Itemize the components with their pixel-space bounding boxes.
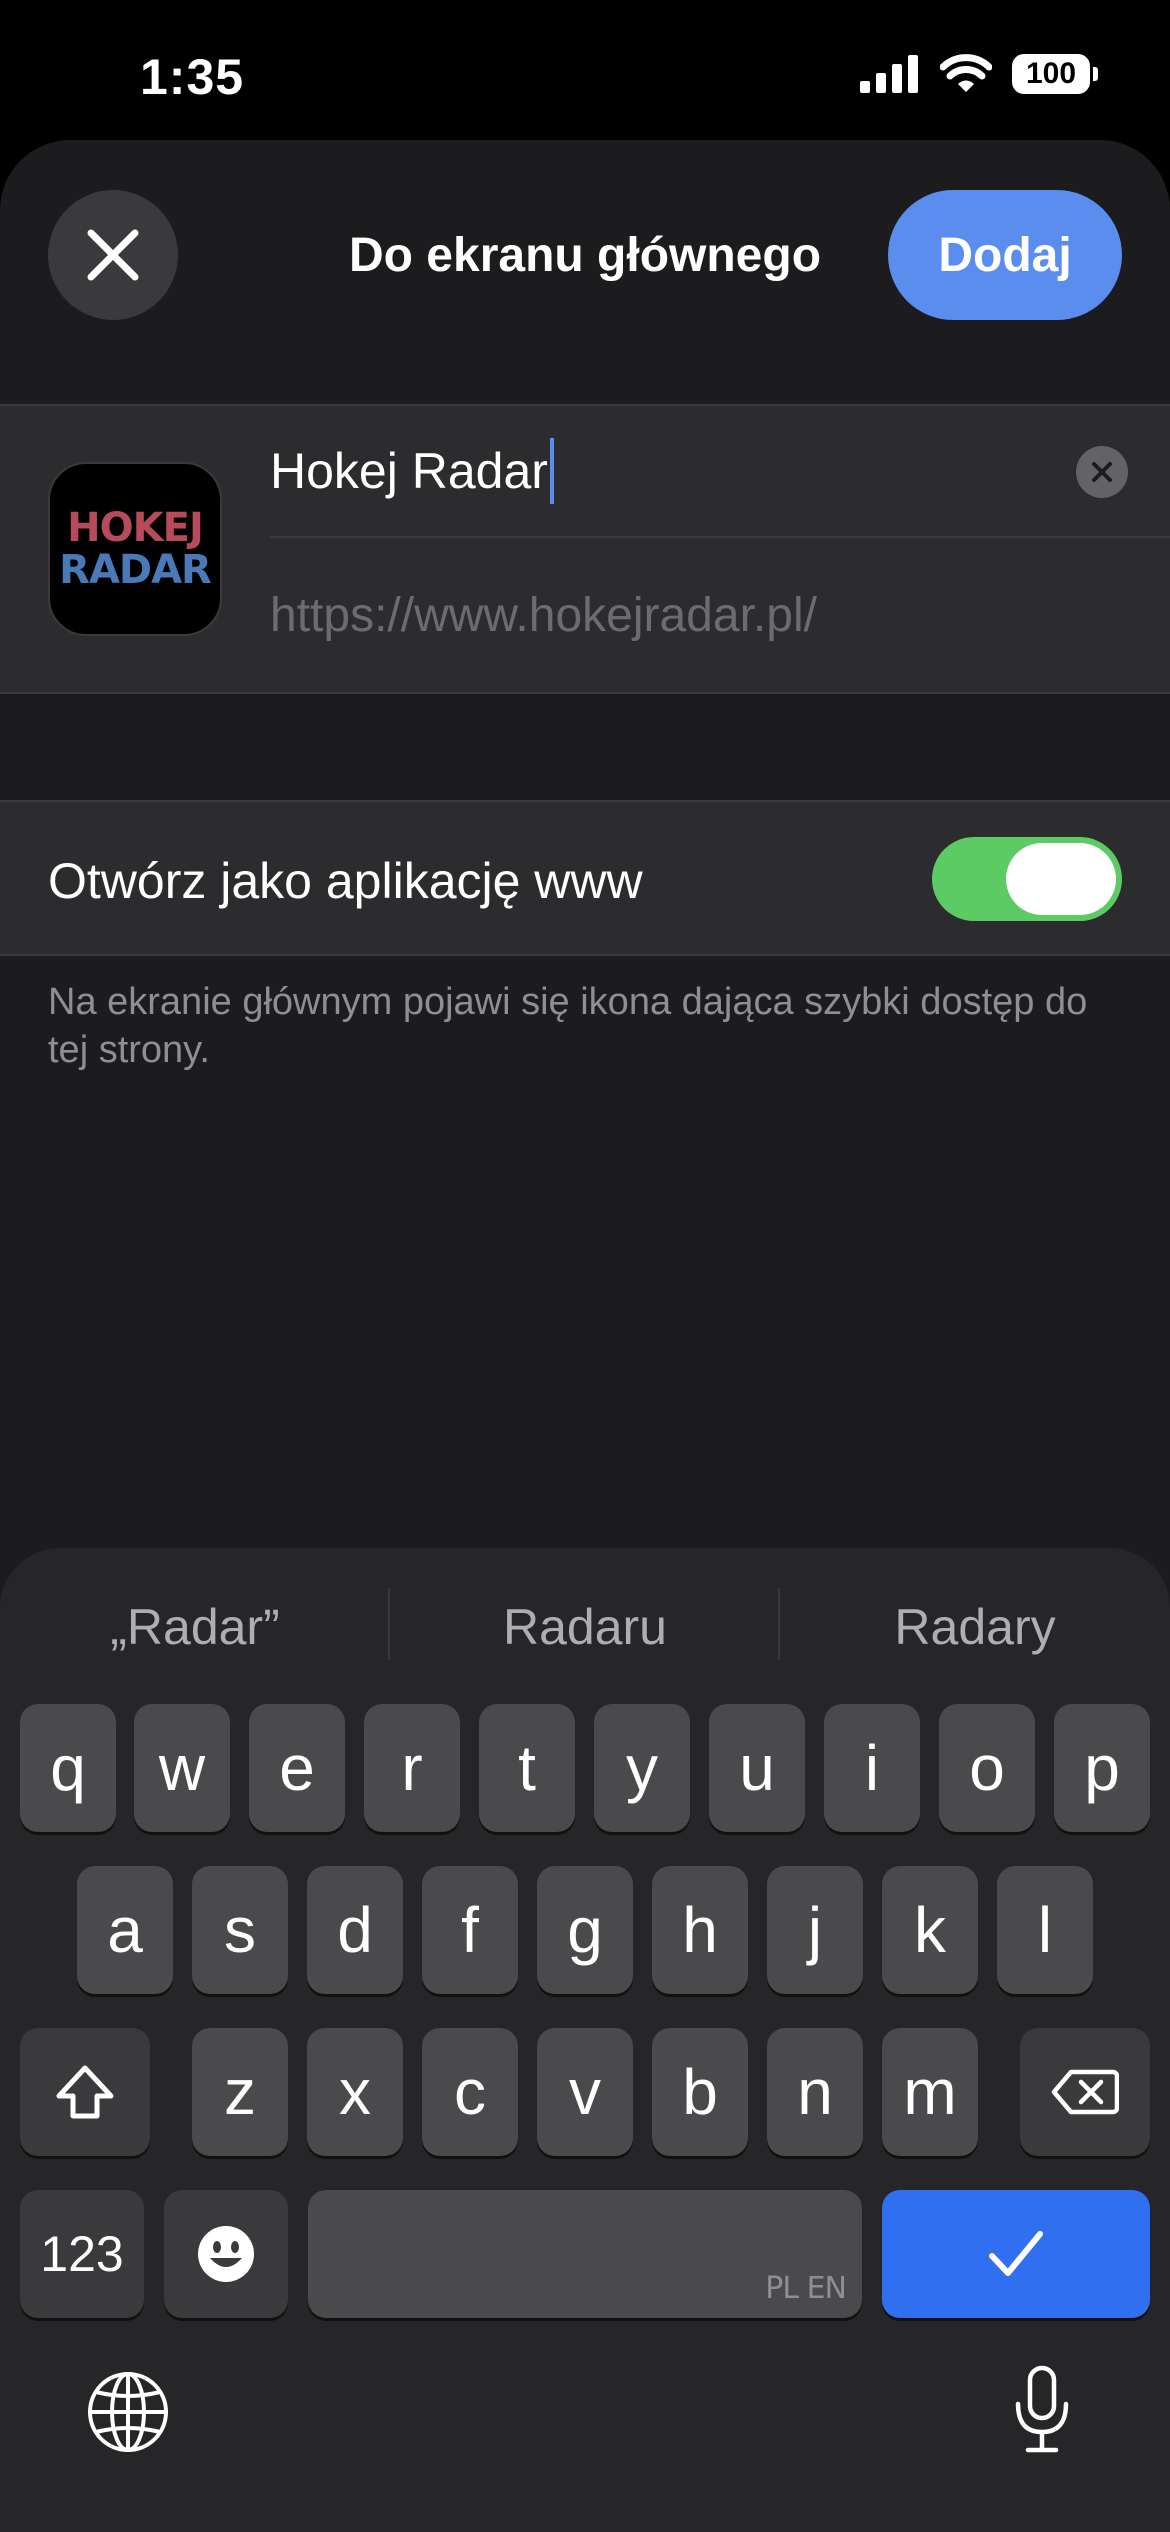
key-y[interactable]: y — [594, 1704, 690, 1832]
key-n[interactable]: n — [767, 2028, 863, 2156]
key-e[interactable]: e — [249, 1704, 345, 1832]
web-app-toggle-row: Otwórz jako aplikację www — [0, 800, 1170, 956]
key-i[interactable]: i — [824, 1704, 920, 1832]
status-icons: 100 — [860, 54, 1098, 94]
cellular-signal-icon — [860, 55, 918, 93]
done-key[interactable] — [882, 2190, 1150, 2318]
key-l[interactable]: l — [997, 1866, 1093, 1994]
app-icon-text-line1: HOKEJ — [67, 505, 204, 551]
key-u[interactable]: u — [709, 1704, 805, 1832]
battery-indicator: 100 — [1012, 54, 1098, 94]
open-as-web-app-toggle[interactable] — [932, 837, 1122, 921]
key-h[interactable]: h — [652, 1866, 748, 1994]
key-s[interactable]: s — [192, 1866, 288, 1994]
toggle-knob — [1006, 843, 1116, 915]
name-field[interactable]: Hokej Radar — [270, 406, 1170, 538]
key-t[interactable]: t — [479, 1704, 575, 1832]
key-w[interactable]: w — [134, 1704, 230, 1832]
backspace-icon — [1051, 2069, 1119, 2115]
suggestion-1[interactable]: „Radar” — [0, 1598, 390, 1656]
key-j[interactable]: j — [767, 1866, 863, 1994]
key-z[interactable]: z — [192, 2028, 288, 2156]
toggle-label: Otwórz jako aplikację www — [48, 853, 643, 909]
text-caret — [549, 438, 554, 504]
status-time: 1:35 — [140, 49, 245, 105]
url-label: https://www.hokejradar.pl/ — [270, 589, 817, 642]
key-b[interactable]: b — [652, 2028, 748, 2156]
clear-text-button[interactable] — [1076, 446, 1128, 498]
emoji-key[interactable] — [164, 2190, 288, 2318]
emoji-icon — [198, 2226, 254, 2282]
key-k[interactable]: k — [882, 1866, 978, 1994]
key-v[interactable]: v — [537, 2028, 633, 2156]
add-button[interactable]: Dodaj — [888, 190, 1122, 320]
bookmark-details-card: HOKEJ RADAR Hokej Radar https://www.hoke… — [0, 404, 1170, 694]
delete-key[interactable] — [1020, 2028, 1150, 2156]
key-q[interactable]: q — [20, 1704, 116, 1832]
space-key[interactable]: PL EN — [308, 2190, 862, 2318]
wifi-icon — [940, 54, 992, 92]
key-a[interactable]: a — [77, 1866, 173, 1994]
key-c[interactable]: c — [422, 2028, 518, 2156]
key-o[interactable]: o — [939, 1704, 1035, 1832]
numbers-key[interactable]: 123 — [20, 2190, 144, 2318]
suggestion-3[interactable]: Radary — [780, 1598, 1170, 1656]
key-f[interactable]: f — [422, 1866, 518, 1994]
app-icon-preview: HOKEJ RADAR — [48, 462, 222, 636]
checkmark-icon — [989, 2231, 1043, 2276]
key-d[interactable]: d — [307, 1866, 403, 1994]
shift-icon — [56, 2065, 114, 2119]
app-icon-text-line2: RADAR — [59, 547, 212, 593]
key-p[interactable]: p — [1054, 1704, 1150, 1832]
clear-icon — [1092, 462, 1112, 482]
key-r[interactable]: r — [364, 1704, 460, 1832]
name-field-value: Hokej Radar — [270, 443, 548, 499]
footnote-text: Na ekranie głównym pojawi się ikona dają… — [48, 981, 1088, 1071]
globe-icon[interactable] — [86, 2370, 170, 2454]
suggestion-2[interactable]: Radaru — [390, 1598, 780, 1656]
key-x[interactable]: x — [307, 2028, 403, 2156]
shift-key[interactable] — [20, 2028, 150, 2156]
keyboard-language-label: PL EN — [765, 2271, 847, 2306]
keyboard: „Radar” Radaru Radary q w e r t y u i o … — [0, 1548, 1170, 2532]
key-g[interactable]: g — [537, 1866, 633, 1994]
key-m[interactable]: m — [882, 2028, 978, 2156]
microphone-icon[interactable] — [1010, 2364, 1074, 2454]
